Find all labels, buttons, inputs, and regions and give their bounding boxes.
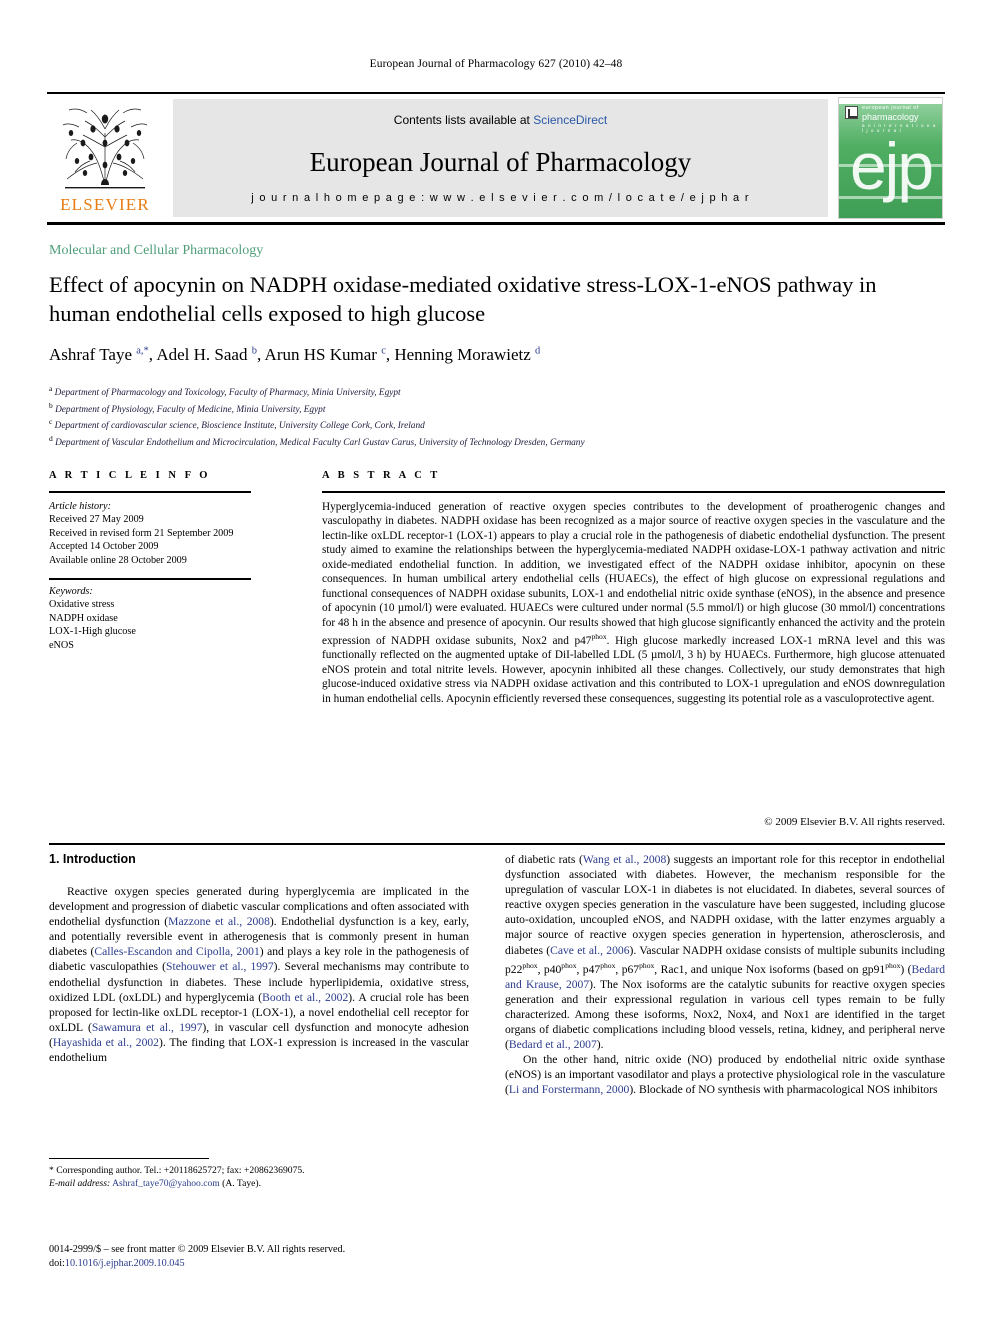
elsevier-wordmark: ELSEVIER bbox=[60, 195, 150, 214]
affiliation-item: c Department of cardiovascular science, … bbox=[49, 417, 425, 432]
affiliation-list: a Department of Pharmacology and Toxicol… bbox=[49, 383, 929, 450]
masthead-bottom-rule bbox=[47, 222, 945, 225]
keywords-rule bbox=[49, 578, 251, 580]
running-head: European Journal of Pharmacology 627 (20… bbox=[369, 58, 623, 70]
sciencedirect-link[interactable]: ScienceDirect bbox=[533, 113, 607, 127]
article-history-item: Received 27 May 2009 bbox=[49, 514, 144, 526]
intro-paragraph-3: On the other hand, nitric oxide (NO) pro… bbox=[505, 1053, 945, 1097]
ejp-cover-thumbnail: european journal of pharmacology a n i n… bbox=[838, 97, 943, 219]
elsevier-logo: ELSEVIER bbox=[49, 99, 161, 217]
journal-title: European Journal of Pharmacology bbox=[309, 147, 692, 177]
article-title: Effect of apocynin on NADPH oxidase-medi… bbox=[49, 272, 877, 326]
affiliation-item: b Department of Physiology, Faculty of M… bbox=[49, 400, 326, 415]
article-history-item: Available online 28 October 2009 bbox=[49, 554, 187, 566]
body-separator-rule bbox=[49, 843, 945, 845]
keyword-item: NADPH oxidase bbox=[49, 612, 118, 624]
affiliation-mark: b bbox=[49, 400, 53, 410]
cover-ejp-glyph: ejp bbox=[849, 129, 934, 203]
journal-section-label: Molecular and Cellular Pharmacology bbox=[49, 243, 264, 258]
contents-available-line: Contents lists available at ScienceDirec… bbox=[173, 113, 828, 127]
footnote-rule bbox=[49, 1158, 209, 1159]
affiliation-mark: c bbox=[49, 417, 53, 427]
keyword-item: Oxidative stress bbox=[49, 599, 115, 611]
article-info-heading: A R T I C L E I N F O bbox=[49, 470, 211, 481]
cover-title-line2: pharmacology bbox=[862, 112, 919, 122]
intro-paragraph-1: Reactive oxygen species generated during… bbox=[49, 885, 470, 1065]
journal-homepage-link[interactable]: j o u r n a l h o m e p a g e : w w w . … bbox=[173, 192, 828, 204]
article-page: European Journal of Pharmacology 627 (20… bbox=[0, 0, 992, 1323]
cover-title-line1: european journal of bbox=[862, 105, 919, 111]
article-history-item: Received in revised form 21 September 20… bbox=[49, 527, 234, 539]
contents-prefix: Contents lists available at bbox=[393, 113, 534, 127]
journal-masthead: ELSEVIER Contents lists available at Sci… bbox=[47, 92, 945, 225]
keyword-item: LOX-1-High glucose bbox=[49, 626, 136, 638]
abstract-rule bbox=[322, 491, 945, 493]
introduction-column-right: of diabetic rats (Wang et al., 2008) sug… bbox=[505, 852, 945, 1097]
article-history-item: Accepted 14 October 2009 bbox=[49, 541, 159, 553]
keyword-item: eNOS bbox=[49, 639, 74, 651]
affiliation-mark: d bbox=[49, 434, 53, 444]
introduction-heading: 1. Introduction bbox=[49, 852, 136, 866]
abstract-heading: A B S T R A C T bbox=[322, 470, 441, 481]
cover-top-margin bbox=[839, 98, 942, 104]
abstract-text: Hyperglycemia-induced generation of reac… bbox=[322, 501, 945, 705]
introduction-column-left: Reactive oxygen species generated during… bbox=[49, 884, 469, 1065]
keywords-block: Keywords: Oxidative stress NADPH oxidase LO… bbox=[49, 585, 279, 652]
elsevier-tree-icon bbox=[57, 99, 153, 191]
copyright-line: © 2009 Elsevier B.V. All rights reserved… bbox=[764, 816, 945, 828]
affiliation-mark: a bbox=[49, 384, 53, 393]
affiliation-item: a Department of Pharmacology and Toxicol… bbox=[49, 384, 401, 399]
author-list: Ashraf Taye a,*, Adel H. Saad b, Arun HS… bbox=[49, 345, 541, 364]
masthead-band: Contents lists available at ScienceDirec… bbox=[173, 99, 828, 217]
publisher-imprint: 0014-2999/$ – see front matter © 2009 El… bbox=[49, 1244, 346, 1269]
article-history-label: Article history: bbox=[49, 501, 111, 512]
masthead-top-rule bbox=[47, 92, 945, 94]
cover-header: european journal of pharmacology a n i n… bbox=[845, 105, 938, 133]
article-history: Article history: Received 27 May 2009 Rece… bbox=[49, 500, 279, 567]
keywords-label: Keywords: bbox=[49, 586, 93, 597]
intro-paragraph-2: of diabetic rats (Wang et al., 2008) sug… bbox=[505, 853, 946, 1051]
affiliation-item: d Department of Vascular Endothelium and… bbox=[49, 434, 585, 449]
corresponding-author-footnote: * Corresponding author. Tel.: +201186257… bbox=[49, 1165, 305, 1189]
cover-publisher-icon bbox=[845, 106, 858, 119]
article-info-rule bbox=[49, 491, 251, 493]
